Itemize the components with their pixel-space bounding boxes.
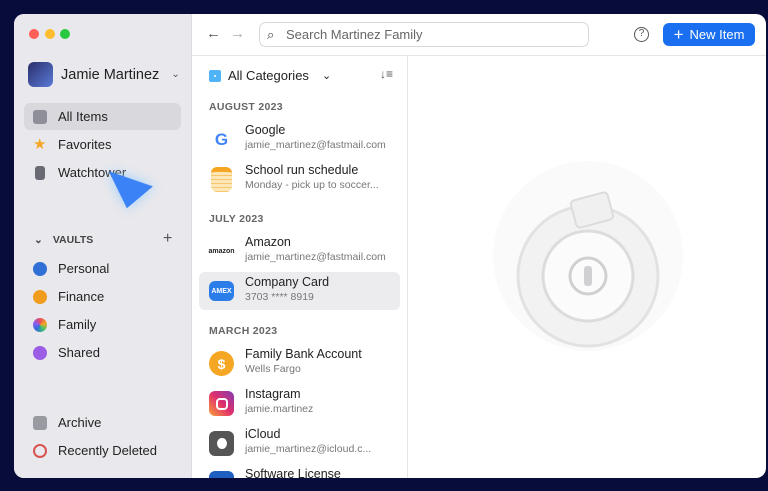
account-avatar-icon [28,62,53,87]
google-logo-icon: G [214,129,229,149]
label: Finance [58,289,105,304]
title: iCloud [245,427,281,441]
label: Recently Deleted [58,443,157,458]
search-icon: ⌕ [267,27,275,42]
amazon-logo-icon: amazon [208,248,235,255]
title: Google [245,123,286,137]
label: Archive [58,415,102,430]
plus-icon: + [673,24,684,44]
list-item-school-run[interactable]: School run schedule Monday - pick up to s… [199,160,400,198]
list-item-software-license[interactable]: Software License [199,464,400,478]
archive-icon [33,415,47,430]
title: Family Bank Account [245,347,362,361]
title: Instagram [245,387,301,401]
minimize-button[interactable] [45,29,55,39]
section-header: AUGUST 2023 [209,101,283,113]
categories-grid-icon [209,69,221,82]
section-header: JULY 2023 [209,213,264,225]
apple-logo-icon [209,431,234,456]
title: School run schedule [245,163,359,177]
chevron-down-icon: ⌄ [171,69,180,80]
vaults-header[interactable]: ⌄ VAULTS [34,234,93,246]
vault-icon [33,317,47,332]
instagram-logo-icon [209,391,234,416]
detail-pane [408,56,766,478]
sort-icon[interactable]: ↓≡ [380,67,393,81]
search-placeholder: Search Martinez Family [286,27,423,42]
subtitle: Wells Fargo [245,363,301,375]
all-items-icon [33,109,47,124]
label: Personal [58,261,110,276]
add-vault-button[interactable]: + [163,230,172,248]
vault-icon [33,261,47,276]
sidebar-item-archive[interactable]: Archive [24,409,181,436]
trash-icon [33,443,47,458]
subtitle: jamie.martinez [245,403,314,415]
category-dropdown[interactable]: All Categories ⌄ [209,68,331,83]
subtitle: Monday - pick up to soccer... [245,179,379,191]
sidebar-vault-finance[interactable]: Finance [24,283,181,310]
label: Favorites [58,137,112,152]
sidebar: Jamie Martinez ⌄ All Items ★ Favorites Wa… [14,14,192,478]
subtitle: 3703 **** 8919 [245,291,314,303]
new-item-button[interactable]: + New Item [663,23,755,46]
list-item-google[interactable]: G Google jamie_martinez@fastmail.com [199,120,400,158]
label: Family [58,317,97,332]
vault-icon [33,345,47,360]
chevron-down-icon: ⌄ [34,234,43,246]
watchtower-icon [35,165,45,180]
vault-icon [33,289,47,304]
back-button[interactable]: ← [206,25,221,42]
subtitle: jamie_martinez@fastmail.com [245,139,386,151]
bank-coin-icon: $ [209,351,234,376]
search-input[interactable]: ⌕ Search Martinez Family [259,22,589,47]
zoom-button[interactable] [60,29,70,39]
list-item-company-card[interactable]: AMEX Company Card 3703 **** 8919 [199,272,400,310]
software-license-icon [209,471,234,478]
star-icon: ★ [33,135,47,153]
label: VAULTS [52,234,94,246]
note-icon [211,167,232,192]
chevron-down-icon: ⌄ [321,70,332,82]
list-item-family-bank[interactable]: $ Family Bank Account Wells Fargo [199,344,400,382]
label: Shared [58,345,100,360]
subtitle: jamie_martinez@icloud.c... [245,443,372,455]
title: Company Card [245,275,330,289]
toolbar: ← → ⌕ Search Martinez Family ? + New Item [192,14,766,56]
sidebar-item-favorites[interactable]: ★ Favorites [24,131,181,158]
account-name: Jamie Martinez [61,66,160,83]
title: Amazon [245,235,291,249]
list-item-amazon[interactable]: amazon Amazon jamie_martinez@fastmail.com [199,232,400,270]
forward-button[interactable]: → [230,25,245,42]
label: All Categories [228,68,309,83]
sidebar-item-recently-deleted[interactable]: Recently Deleted [24,437,181,464]
label: All Items [58,109,108,124]
sidebar-item-all-items[interactable]: All Items [24,103,181,130]
sidebar-vault-personal[interactable]: Personal [24,255,181,282]
section-header: MARCH 2023 [209,325,278,337]
subtitle: jamie_martinez@fastmail.com [245,251,386,263]
vault-illustration-icon [493,161,683,351]
sidebar-vault-family[interactable]: Family [24,311,181,338]
label: New Item [689,27,745,42]
close-button[interactable] [29,29,39,39]
sidebar-vault-shared[interactable]: Shared [24,339,181,366]
amex-card-icon: AMEX [209,281,234,301]
title: Software License [245,467,341,478]
list-item-icloud[interactable]: iCloud jamie_martinez@icloud.c... [199,424,400,462]
help-icon[interactable]: ? [634,27,649,42]
item-list: All Categories ⌄ ↓≡ AUGUST 2023 G Google j… [192,56,408,478]
sidebar-item-watchtower[interactable]: Watchtower [24,159,181,186]
app-window: Jamie Martinez ⌄ All Items ★ Favorites Wa… [14,14,766,478]
account-switcher[interactable]: Jamie Martinez ⌄ [28,62,180,87]
list-item-instagram[interactable]: Instagram jamie.martinez [199,384,400,422]
